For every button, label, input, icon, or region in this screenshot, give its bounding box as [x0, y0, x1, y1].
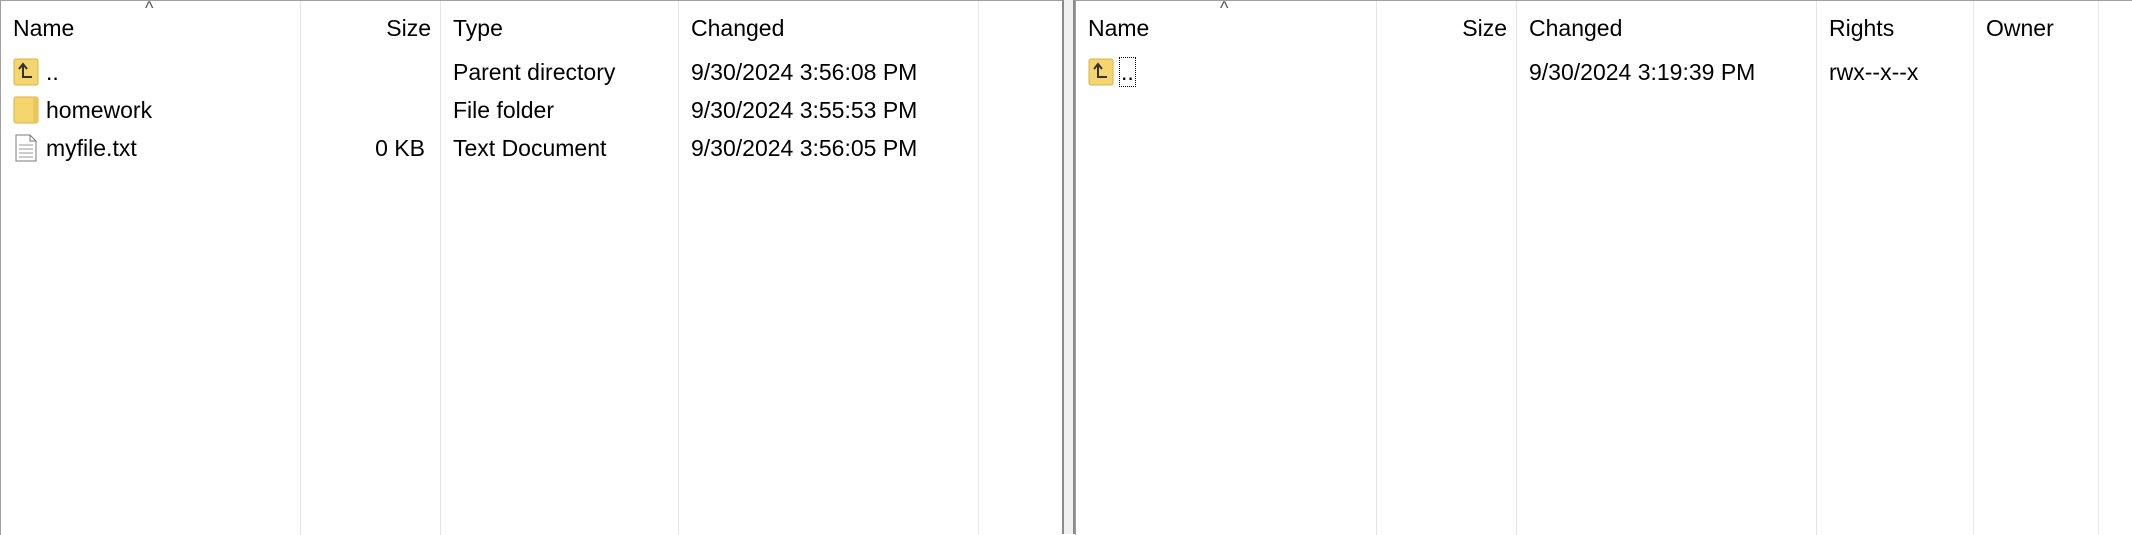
file-row-homework[interactable]: homework File folder 9/30/2024 3:55:53 P…	[1, 91, 1062, 129]
sort-ascending-icon: ^	[1220, 0, 1229, 18]
file-type: File folder	[453, 97, 554, 123]
file-row-parent-directory[interactable]: .. 9/30/2024 3:19:39 PM rwx--x--x	[1076, 53, 2132, 91]
column-header-changed[interactable]: Changed	[679, 1, 979, 53]
remote-file-panel: Name ^ Size Changed Rights Owner .. 9/30…	[1075, 0, 2132, 535]
file-changed: 9/30/2024 3:56:05 PM	[691, 135, 918, 161]
column-header-name[interactable]: Name ^	[1, 1, 301, 53]
column-header-rights[interactable]: Rights	[1817, 1, 1974, 53]
column-header-name[interactable]: Name ^	[1076, 1, 1377, 53]
file-changed: 9/30/2024 3:19:39 PM	[1529, 59, 1756, 85]
column-header-size[interactable]: Size	[1377, 1, 1517, 53]
file-changed: 9/30/2024 3:55:53 PM	[691, 97, 918, 123]
file-name: myfile.txt	[46, 135, 137, 161]
local-file-panel: Name ^ Size Type Changed .. Parent direc…	[0, 0, 1062, 535]
column-header-changed[interactable]: Changed	[1517, 1, 1817, 53]
column-header-owner[interactable]: Owner	[1974, 1, 2099, 53]
file-changed: 9/30/2024 3:56:08 PM	[691, 59, 918, 85]
file-size: 0 KB	[375, 135, 425, 161]
file-name-label: ..	[1119, 57, 1136, 87]
column-header-type[interactable]: Type	[441, 1, 679, 53]
column-header-name-label: Name	[13, 15, 75, 41]
panel-splitter[interactable]	[1062, 0, 1075, 534]
file-type: Text Document	[453, 135, 607, 161]
file-row-myfile-txt[interactable]: myfile.txt 0 KB Text Document 9/30/2024 …	[1, 129, 1062, 167]
file-name: homework	[46, 97, 153, 123]
file-owner	[1974, 53, 2099, 91]
file-size	[1377, 53, 1517, 91]
file-type: Parent directory	[453, 59, 616, 85]
file-size	[301, 53, 441, 91]
file-name: ..	[1076, 53, 1377, 91]
file-size	[301, 91, 441, 129]
sort-ascending-icon: ^	[145, 0, 154, 18]
column-header-row: Name ^ Size Type Changed	[1, 1, 1062, 53]
column-header-size[interactable]: Size	[301, 1, 441, 53]
column-header-name-label: Name	[1088, 15, 1150, 41]
file-row-parent-directory[interactable]: .. Parent directory 9/30/2024 3:56:08 PM	[1, 53, 1062, 91]
file-rights: rwx--x--x	[1829, 59, 1919, 85]
file-name: ..	[46, 59, 59, 85]
